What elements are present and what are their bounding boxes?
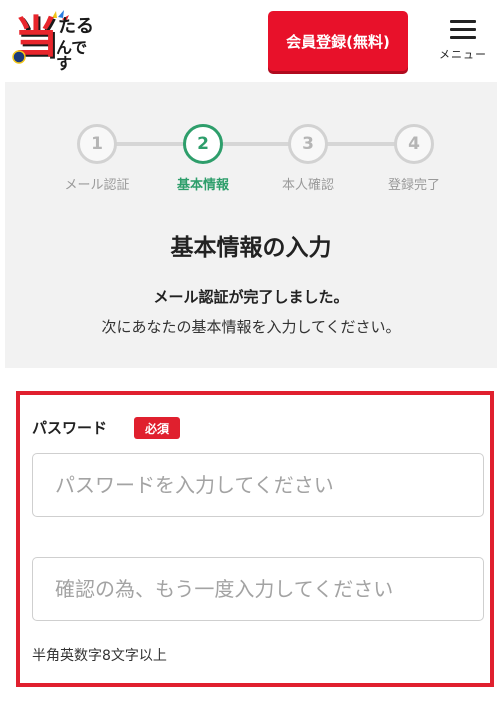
step-1-number: 1 — [77, 124, 117, 164]
menu-label: メニュー — [439, 48, 487, 61]
password-input[interactable] — [32, 453, 484, 517]
site-logo[interactable]: 当 たる んです — [10, 10, 100, 72]
password-hint: 半角英数字8文字以上 — [32, 648, 167, 664]
step-1-label: メール認証 — [64, 178, 130, 193]
site-header: 当 たる んです 会員登録(無料) メニュー — [0, 0, 501, 80]
register-free-button[interactable]: 会員登録(無料) — [268, 11, 408, 71]
step-4-number: 4 — [394, 124, 434, 164]
step-3-label: 本人確認 — [281, 178, 334, 193]
step-4: 4 登録完了 — [374, 124, 454, 194]
logo-orb-icon — [12, 50, 26, 64]
menu-button[interactable]: メニュー — [436, 18, 490, 64]
password-form-section: パスワード 必須 半角英数字8文字以上 — [16, 391, 494, 687]
step-1: 1 メール認証 — [57, 124, 137, 194]
registration-steps-panel: 1 メール認証 2 基本情報 3 本人確認 4 登録完了 基本情報の入力 メール… — [5, 82, 497, 368]
step-2: 2 基本情報 — [163, 124, 243, 194]
hamburger-icon — [450, 20, 476, 40]
password-confirm-input[interactable] — [32, 557, 484, 621]
required-badge: 必須 — [134, 417, 180, 439]
page-title: 基本情報の入力 — [170, 235, 332, 261]
step-3: 3 本人確認 — [268, 124, 348, 194]
step-3-number: 3 — [288, 124, 328, 164]
steps-connector-line — [96, 142, 402, 146]
step-2-number: 2 — [183, 124, 223, 164]
register-button-label: 会員登録(無料) — [286, 32, 390, 51]
logo-text-line2: んです — [56, 38, 88, 73]
instruction-message: 次にあなたの基本情報を入力してください。 — [101, 318, 401, 336]
completion-message: メール認証が完了しました。 — [153, 288, 349, 306]
logo-text-line1: たる — [58, 16, 94, 37]
step-4-label: 登録完了 — [387, 178, 440, 193]
password-label: パスワード — [32, 419, 108, 437]
step-2-label: 基本情報 — [176, 178, 229, 193]
